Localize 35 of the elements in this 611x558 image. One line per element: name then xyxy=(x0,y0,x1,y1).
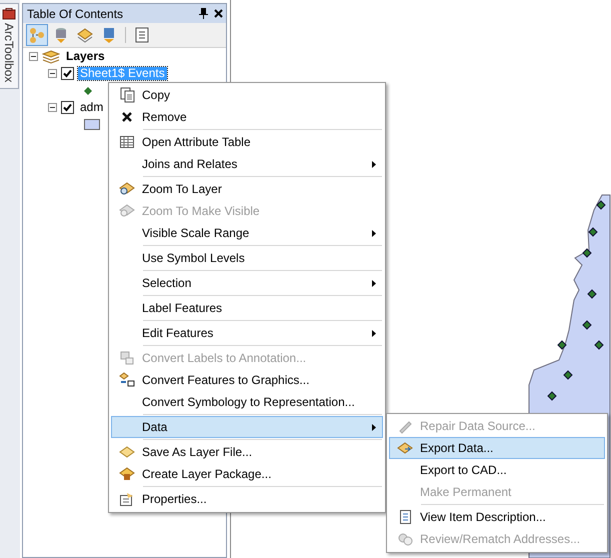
layers-icon xyxy=(42,50,60,64)
pin-icon xyxy=(199,8,208,19)
package-icon xyxy=(119,466,135,482)
layers-icon xyxy=(76,26,94,44)
diamond-icon xyxy=(119,444,135,460)
list-icon xyxy=(133,26,151,44)
nodes-icon xyxy=(28,26,46,44)
checkbox[interactable] xyxy=(61,67,74,80)
menu-item[interactable]: Joins and Relates xyxy=(110,153,384,175)
menu-item[interactable]: Visible Scale Range xyxy=(110,222,384,244)
toolbox-icon xyxy=(2,8,16,20)
document-icon xyxy=(397,509,413,525)
menu-item[interactable]: Data xyxy=(110,413,384,438)
menu-item[interactable]: Convert Features to Graphics... xyxy=(110,369,384,391)
table-icon xyxy=(119,134,135,150)
menu-item[interactable]: Remove xyxy=(110,106,384,128)
labels-icon xyxy=(119,350,135,366)
magnifier-icon xyxy=(119,203,135,219)
export-icon xyxy=(397,440,413,456)
checkbox[interactable] xyxy=(61,101,74,114)
menu-item[interactable]: Create Layer Package... xyxy=(110,463,384,485)
data-frame-label[interactable]: Layers xyxy=(64,50,107,63)
magnifier-icon xyxy=(119,181,135,197)
menu-item[interactable]: Export to CAD... xyxy=(388,459,606,481)
menu-item[interactable]: Copy xyxy=(110,84,384,106)
layer-label[interactable]: adm xyxy=(78,101,106,114)
properties-icon xyxy=(119,491,135,507)
graphics-icon xyxy=(119,372,135,388)
copy-icon xyxy=(119,87,135,103)
list-by-drawing-order-button[interactable] xyxy=(26,24,48,46)
panel-title: Table Of Contents xyxy=(27,6,124,20)
close-icon xyxy=(214,9,223,18)
menu-item[interactable]: Convert Symbology to Representation... xyxy=(110,391,384,413)
menu-item[interactable]: Export Data... xyxy=(388,437,606,459)
toolbox-tab[interactable]: ArcToolbox xyxy=(0,3,19,90)
